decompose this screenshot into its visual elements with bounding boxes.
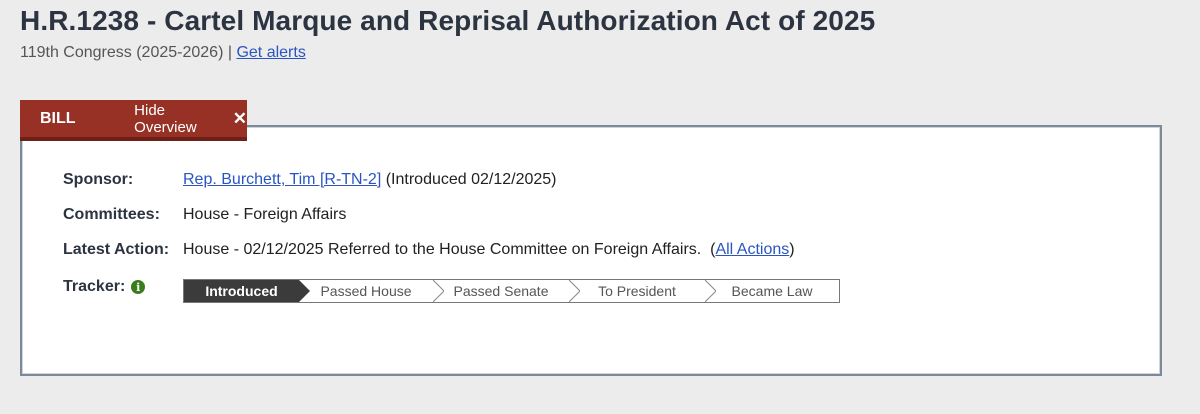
tracker-step-to-president: To President: [569, 280, 716, 302]
tracker-arrow-icon: [299, 280, 310, 302]
tracker-arrow-icon: [569, 280, 580, 302]
all-actions-paren-close: ): [789, 241, 795, 258]
latest-action-text: House - 02/12/2025 Referred to the House…: [183, 241, 702, 258]
overview-tab-bar: BILL Hide Overview ✕: [20, 100, 247, 141]
committees-value: House - Foreign Affairs: [183, 206, 347, 223]
sponsor-value: Rep. Burchett, Tim [R-TN-2] (Introduced …: [183, 171, 557, 189]
tracker-step-label: To President: [598, 283, 676, 299]
tracker-arrow-icon: [705, 280, 716, 302]
committees-row: Committees: House - Foreign Affairs: [63, 206, 346, 224]
congress-label: 119th Congress (2025-2026): [20, 44, 224, 61]
tracker-step-introduced: Introduced: [184, 280, 310, 302]
tracker: Introduced Passed House Passed Senate To…: [183, 279, 840, 303]
tracker-step-label: Became Law: [731, 283, 813, 299]
tracker-step-label: Introduced: [205, 283, 278, 299]
tab-bill[interactable]: BILL: [20, 110, 110, 128]
latest-action-value: House - 02/12/2025 Referred to the House…: [183, 241, 795, 259]
sponsor-label: Sponsor:: [63, 171, 134, 188]
sponsor-link[interactable]: Rep. Burchett, Tim [R-TN-2]: [183, 171, 381, 188]
get-alerts-link[interactable]: Get alerts: [236, 44, 305, 61]
latest-action-row: Latest Action: House - 02/12/2025 Referr…: [63, 241, 795, 259]
tracker-row: Tracker: i: [63, 278, 146, 296]
tracker-step-became-law: Became Law: [705, 280, 839, 302]
tracker-step-label: Passed House: [320, 283, 412, 299]
tracker-step-passed-senate: Passed Senate: [433, 280, 580, 302]
sponsor-row: Sponsor: Rep. Burchett, Tim [R-TN-2] (In…: [63, 171, 557, 189]
all-actions-link[interactable]: All Actions: [715, 241, 789, 258]
close-icon: ✕: [232, 109, 247, 128]
page-title: H.R.1238 - Cartel Marque and Reprisal Au…: [20, 5, 876, 36]
hide-overview-label: Hide Overview: [134, 101, 197, 136]
bill-subtitle: 119th Congress (2025-2026) | Get alerts: [20, 44, 306, 62]
sponsor-introduced: (Introduced 02/12/2025): [385, 171, 557, 188]
info-icon[interactable]: i: [131, 280, 146, 294]
tracker-step-passed-house: Passed House: [299, 280, 444, 302]
page: H.R.1238 - Cartel Marque and Reprisal Au…: [0, 0, 1200, 414]
latest-action-label: Latest Action:: [63, 241, 170, 258]
committees-label: Committees:: [63, 206, 160, 223]
tracker-label: Tracker:: [63, 278, 126, 295]
tracker-arrow-icon: [433, 280, 444, 302]
hide-overview-button[interactable]: Hide Overview ✕: [134, 102, 247, 136]
tracker-step-label: Passed Senate: [453, 283, 549, 299]
subtitle-separator: |: [227, 44, 232, 61]
